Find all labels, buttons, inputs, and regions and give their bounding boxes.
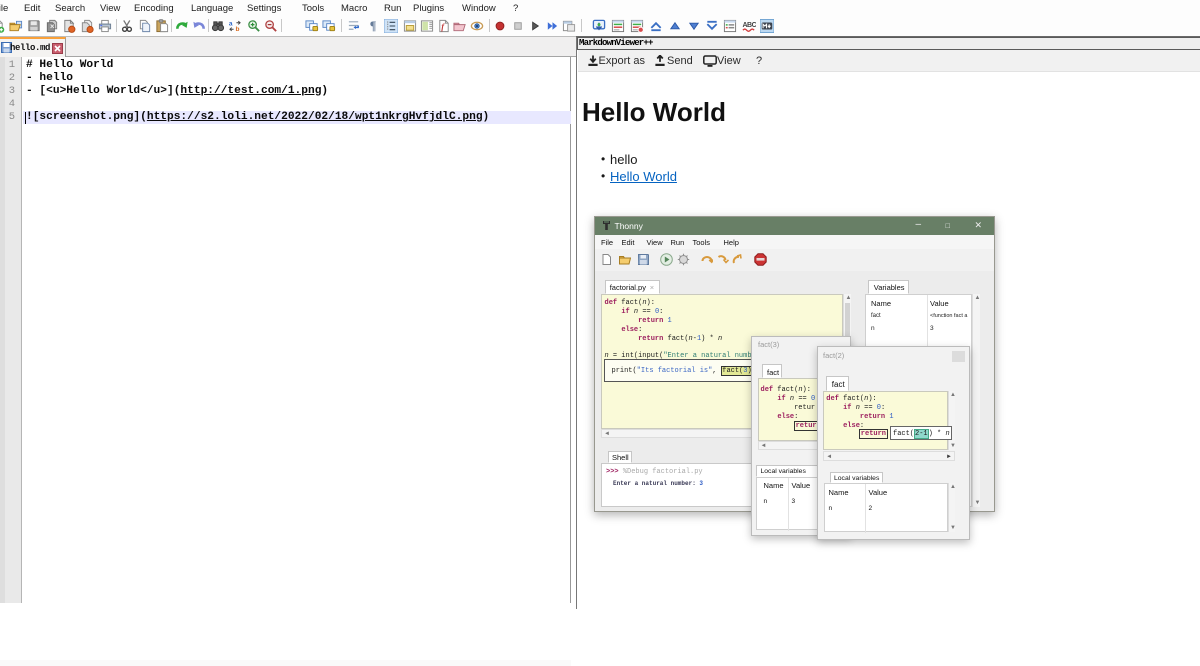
svg-text:b: b <box>235 26 239 33</box>
svg-text:a: a <box>229 21 233 28</box>
svg-text:¶: ¶ <box>370 19 377 33</box>
svg-text:ABC: ABC <box>742 22 756 29</box>
